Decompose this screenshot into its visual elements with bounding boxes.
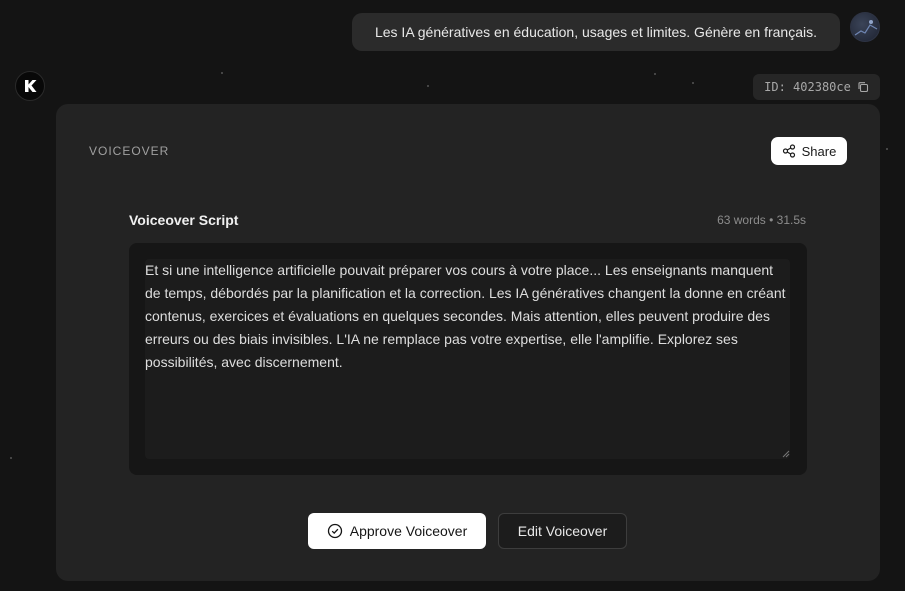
section-label: VOICEOVER bbox=[89, 144, 170, 158]
share-icon bbox=[782, 144, 795, 158]
background-speck bbox=[221, 72, 223, 74]
background-speck bbox=[10, 457, 12, 459]
background-speck bbox=[692, 82, 694, 84]
check-circle-icon bbox=[327, 523, 342, 539]
background-speck bbox=[886, 148, 888, 150]
avatar-image-icon bbox=[854, 20, 878, 36]
approve-voiceover-button[interactable]: Approve Voiceover bbox=[308, 513, 486, 549]
voiceover-card: VOICEOVER Share Voiceover Script 63 word… bbox=[56, 104, 880, 581]
resize-grip-icon[interactable] bbox=[782, 450, 790, 458]
id-label: ID: 402380ce bbox=[764, 80, 851, 94]
copy-icon[interactable] bbox=[857, 81, 869, 93]
share-label: Share bbox=[801, 143, 837, 159]
user-avatar[interactable] bbox=[850, 12, 880, 42]
chat-page: Les IA génératives en éducation, usages … bbox=[0, 0, 905, 591]
id-badge[interactable]: ID: 402380ce bbox=[753, 74, 880, 100]
script-meta: 63 words • 31.5s bbox=[717, 213, 806, 227]
k-logo-icon bbox=[25, 80, 37, 92]
script-container: Et si une intelligence artificielle pouv… bbox=[129, 243, 807, 475]
edit-voiceover-button[interactable]: Edit Voiceover bbox=[498, 513, 627, 549]
share-button[interactable]: Share bbox=[771, 137, 847, 165]
edit-label: Edit Voiceover bbox=[517, 523, 608, 539]
assistant-logo bbox=[15, 71, 45, 101]
background-speck bbox=[654, 73, 656, 75]
user-message-bubble: Les IA génératives en éducation, usages … bbox=[352, 13, 840, 51]
voiceover-script-textarea[interactable]: Et si une intelligence artificielle pouv… bbox=[145, 259, 790, 459]
approve-label: Approve Voiceover bbox=[349, 523, 468, 539]
user-message-text: Les IA génératives en éducation, usages … bbox=[374, 24, 818, 40]
script-title: Voiceover Script bbox=[129, 212, 239, 228]
background-speck bbox=[427, 85, 429, 87]
